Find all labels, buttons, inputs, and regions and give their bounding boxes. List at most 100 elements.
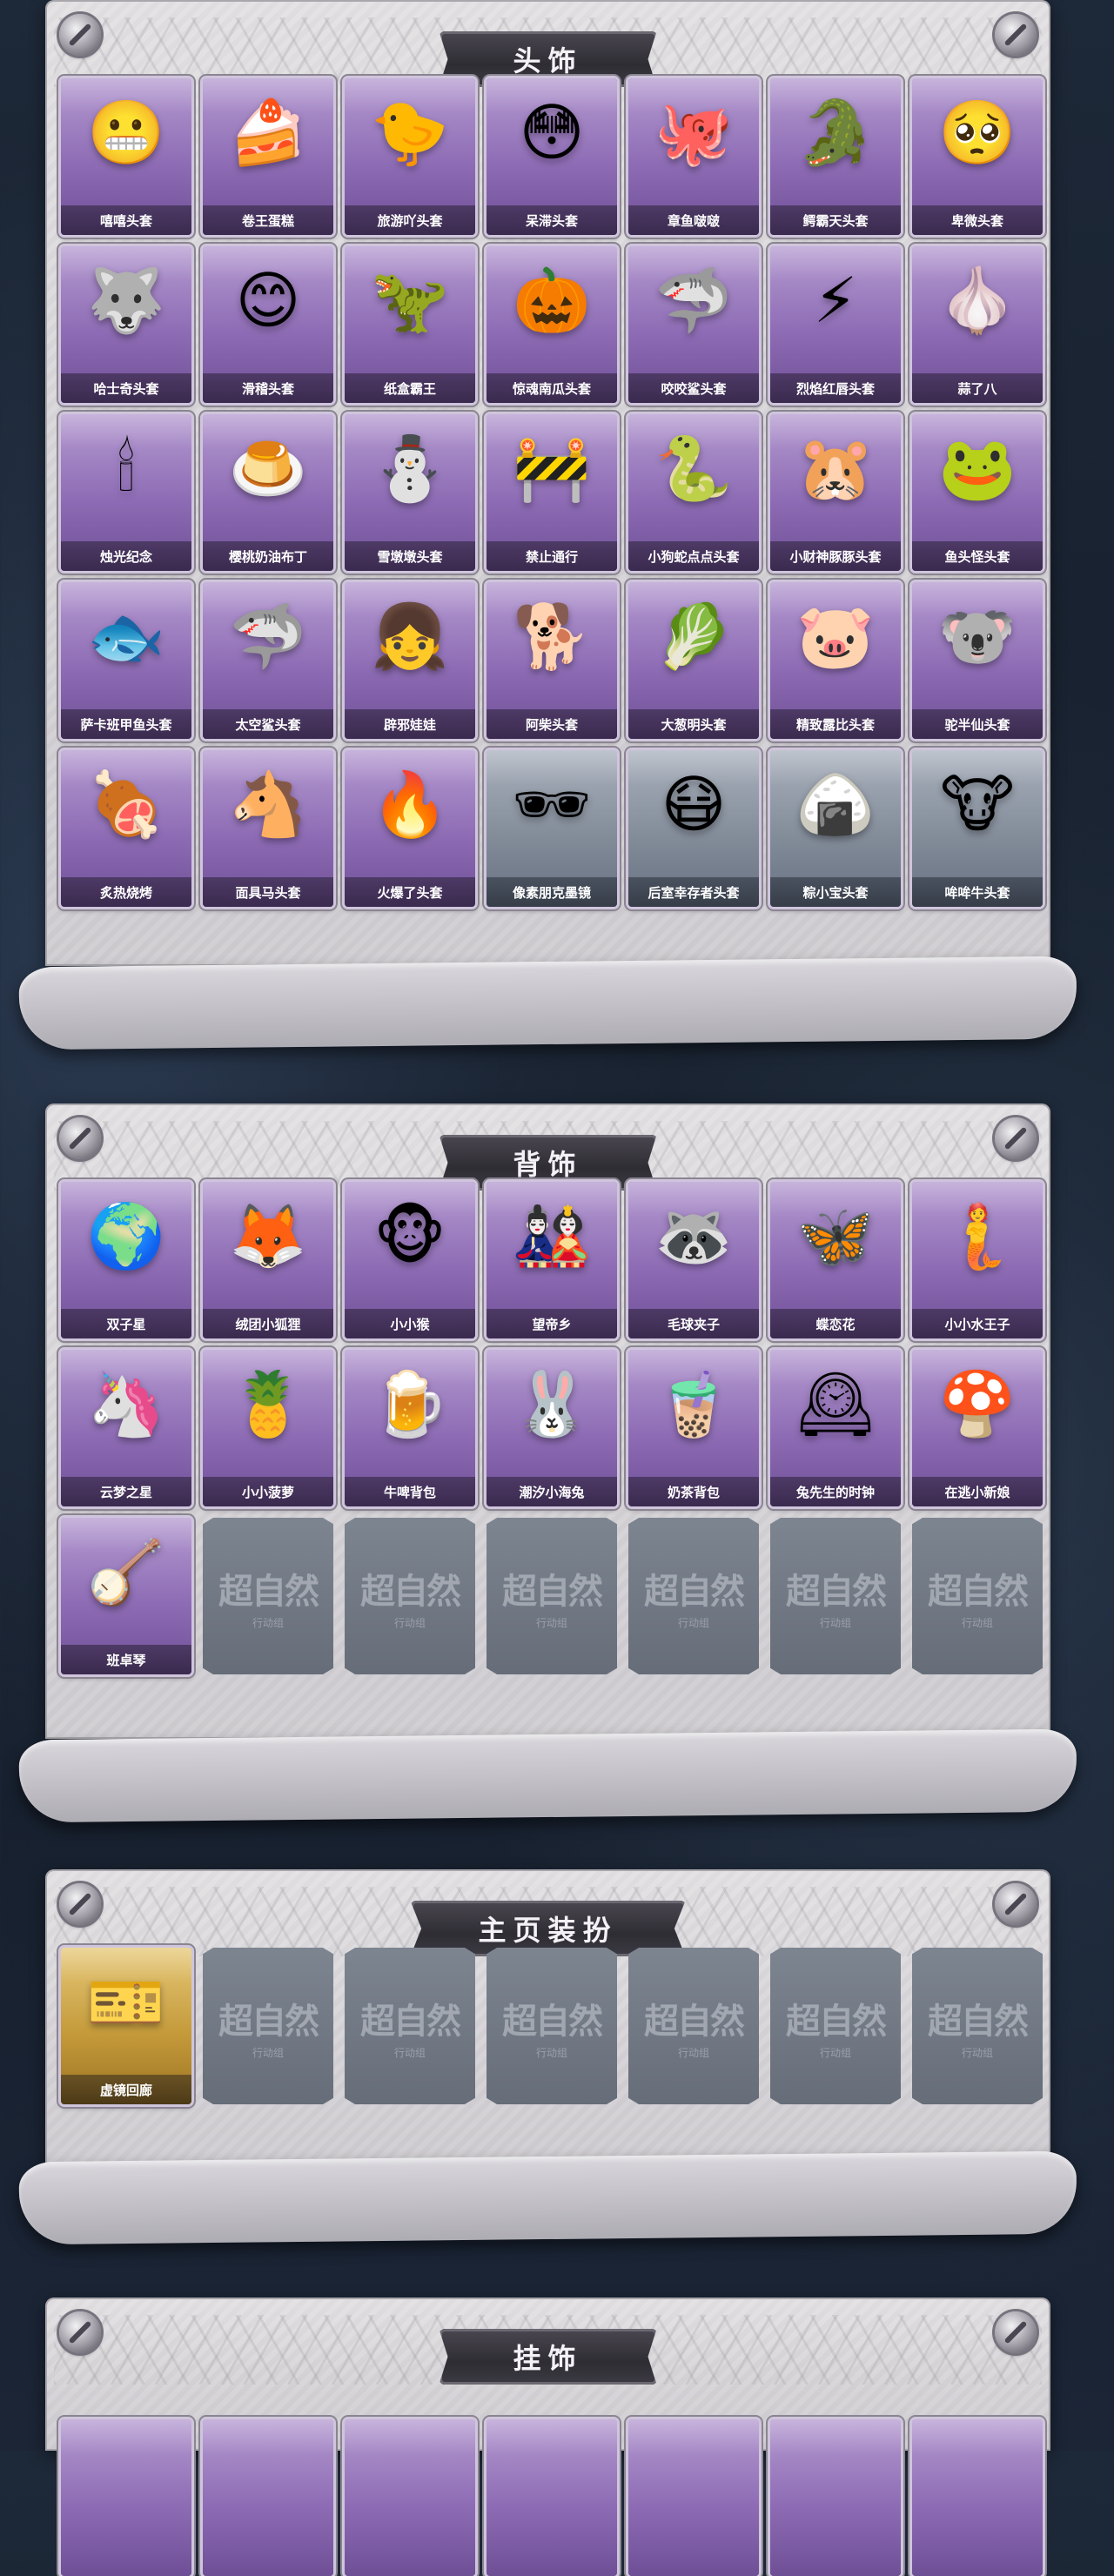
item-image-icon: 🐤 bbox=[371, 96, 449, 169]
item-card[interactable]: 🧄 蒜了八 bbox=[912, 246, 1043, 403]
item-card[interactable]: 🐟 萨卡班甲鱼头套 bbox=[61, 582, 191, 739]
item-name: 滑稽头套 bbox=[203, 373, 333, 403]
item-card[interactable]: 🐍 小狗蛇点点头套 bbox=[628, 414, 759, 571]
item-card[interactable]: 🍖 炙热烧烤 bbox=[61, 750, 191, 907]
pin-icon bbox=[59, 1117, 101, 1159]
item-card[interactable]: 🐹 小财神豚豚头套 bbox=[770, 414, 901, 571]
item-name: 咬咬鲨头套 bbox=[628, 373, 759, 403]
item-image-icon: 🥬 bbox=[654, 600, 733, 673]
item-card[interactable]: 🐨 驼半仙头套 bbox=[912, 582, 1043, 739]
item-card[interactable]: 🌍 双子星 bbox=[61, 1182, 191, 1338]
item-card[interactable]: 🦝 毛球夹子 bbox=[628, 1182, 759, 1338]
item-card[interactable]: 🦋 蝶恋花 bbox=[770, 1182, 901, 1338]
item-image-icon: 🐴 bbox=[229, 768, 307, 841]
item-card[interactable]: 🎃 惊魂南瓜头套 bbox=[487, 246, 617, 403]
item-name: 小小菠萝 bbox=[203, 1477, 333, 1506]
item-name: 精致露比头套 bbox=[770, 709, 901, 739]
item-card[interactable]: 🎎 望帝乡 bbox=[487, 1182, 617, 1338]
item-card[interactable]: 🍍 小小菠萝 bbox=[203, 1350, 333, 1506]
item-image-icon: 🐨 bbox=[938, 600, 1017, 673]
item-card[interactable]: 🥬 大葱明头套 bbox=[628, 582, 759, 739]
item-name: 绒团小狐狸 bbox=[203, 1309, 333, 1338]
item-image-icon: 🍍 bbox=[229, 1367, 307, 1440]
item-card[interactable]: 🐰 潮汐小海兔 bbox=[487, 1350, 617, 1506]
empty-slot: 超自然 行动组 bbox=[628, 1948, 759, 2104]
item-card[interactable]: 🍮 樱桃奶油布丁 bbox=[203, 414, 333, 571]
item-name: 惊魂南瓜头套 bbox=[487, 373, 617, 403]
item-card[interactable]: ⛄ 雪墩墩头套 bbox=[345, 414, 475, 571]
item-image-icon: 🍖 bbox=[87, 768, 165, 841]
item-card[interactable]: 🕰 兔先生的时钟 bbox=[770, 1350, 901, 1506]
item-card[interactable]: 🐴 面具马头套 bbox=[203, 750, 333, 907]
item-name: 太空鲨头套 bbox=[203, 709, 333, 739]
item-card[interactable]: 🍰 卷王蛋糕 bbox=[203, 78, 333, 235]
item-image-icon: 🚧 bbox=[513, 432, 591, 505]
item-card[interactable]: 🦈 太空鲨头套 bbox=[203, 582, 333, 739]
item-card[interactable]: 🐤 旅游吖头套 bbox=[345, 78, 475, 235]
empty-slot: 超自然 行动组 bbox=[487, 1518, 617, 1674]
item-card[interactable]: 🦈 咬咬鲨头套 bbox=[628, 246, 759, 403]
item-card[interactable]: 🥺 卑微头套 bbox=[912, 78, 1043, 235]
item-card[interactable]: 🍙 粽小宝头套 bbox=[770, 750, 901, 907]
item-card[interactable]: 🐺 哈士奇头套 bbox=[61, 246, 191, 403]
item-card[interactable]: 🐷 精致露比头套 bbox=[770, 582, 901, 739]
item-name: 奶茶背包 bbox=[628, 1477, 759, 1506]
item-card[interactable]: 🪕 班卓琴 bbox=[61, 1518, 191, 1674]
panel-paper: 背饰 🌍 双子星 🦊 绒团小狐狸 🐵 小小猴 🎎 望帝乡 🦝 毛球夹子 🦋 蝶恋花 🧜 小小水王子 🦄 云梦之… bbox=[45, 1104, 1050, 1739]
item-card[interactable]: 😬 嘻嘻头套 bbox=[61, 78, 191, 235]
item-card-partial[interactable] bbox=[487, 2419, 617, 2576]
item-card[interactable]: 🔥 火爆了头套 bbox=[345, 750, 475, 907]
placeholder-watermark: 超自然 bbox=[218, 1570, 319, 1612]
item-name: 卑微头套 bbox=[912, 205, 1043, 235]
item-card-partial[interactable] bbox=[628, 2419, 759, 2576]
item-name: 小小水王子 bbox=[912, 1309, 1043, 1338]
item-name: 萨卡班甲鱼头套 bbox=[61, 709, 191, 739]
item-card[interactable]: 🦊 绒团小狐狸 bbox=[203, 1182, 333, 1338]
item-card-partial[interactable] bbox=[203, 2419, 333, 2576]
item-card[interactable]: 🦖 纸盒霸王 bbox=[345, 246, 475, 403]
item-image-icon: 🦄 bbox=[87, 1367, 165, 1440]
item-image-icon: 🐷 bbox=[796, 600, 875, 673]
empty-slot: 超自然 行动组 bbox=[628, 1518, 759, 1674]
item-image-icon: 🧋 bbox=[654, 1367, 733, 1440]
item-card[interactable]: 🐵 小小猴 bbox=[345, 1182, 475, 1338]
placeholder-subtitle: 行动组 bbox=[819, 2046, 851, 2059]
item-card[interactable]: 🎫 虚镜回廊 bbox=[61, 1948, 191, 2104]
item-card[interactable]: 🐊 鳄霸天头套 bbox=[770, 78, 901, 235]
item-card[interactable]: 👧 辟邪娃娃 bbox=[345, 582, 475, 739]
item-card[interactable]: 🧜 小小水王子 bbox=[912, 1182, 1043, 1338]
item-card[interactable]: 😊 滑稽头套 bbox=[203, 246, 333, 403]
item-card[interactable]: ⚡ 烈焰红唇头套 bbox=[770, 246, 901, 403]
item-card[interactable]: 🦄 云梦之星 bbox=[61, 1350, 191, 1506]
item-grid: 🎫 虚镜回廊 超自然 行动组 超自然 行动组 超自然 行动组 超自然 行动组 超自然 行动组 超自然 行动… bbox=[61, 1948, 1043, 2104]
item-card-partial[interactable] bbox=[770, 2419, 901, 2576]
item-card[interactable]: 🚧 禁止通行 bbox=[487, 414, 617, 571]
item-name: 驼半仙头套 bbox=[912, 709, 1043, 739]
item-card-partial[interactable] bbox=[345, 2419, 475, 2576]
item-card[interactable]: 🐕 阿柴头套 bbox=[487, 582, 617, 739]
item-image-icon: 🕶 bbox=[512, 768, 592, 841]
empty-slot: 超自然 行动组 bbox=[345, 1948, 475, 2104]
item-card[interactable]: 🐮 哞哞牛头套 bbox=[912, 750, 1043, 907]
item-image-icon: 🐙 bbox=[654, 96, 733, 169]
item-card[interactable]: 🍄 在逃小新娘 bbox=[912, 1350, 1043, 1506]
item-card-partial[interactable] bbox=[61, 2419, 191, 2576]
item-card-partial[interactable] bbox=[912, 2419, 1043, 2576]
item-image-icon: 🐍 bbox=[654, 432, 733, 505]
placeholder-watermark: 超自然 bbox=[502, 2000, 603, 2042]
item-card[interactable]: 🐙 章鱼啵啵 bbox=[628, 78, 759, 235]
item-card[interactable]: 🕶 像素朋克墨镜 bbox=[487, 750, 617, 907]
item-image-icon: 🐮 bbox=[940, 768, 1015, 841]
item-card[interactable]: 🕯 烛光纪念 bbox=[61, 414, 191, 571]
placeholder-subtitle: 行动组 bbox=[393, 1616, 426, 1629]
item-name: 面具马头套 bbox=[203, 877, 333, 907]
panel-paper: 主页装扮 🎫 虚镜回廊 超自然 行动组 超自然 行动组 超自然 行动组 超自然 行动组 超自然 行动组… bbox=[45, 1869, 1050, 2165]
item-card[interactable]: 😳 呆滞头套 bbox=[487, 78, 617, 235]
item-card[interactable]: 🐸 鱼头怪头套 bbox=[912, 414, 1043, 571]
item-card[interactable]: 🍺 牛啤背包 bbox=[345, 1350, 475, 1506]
item-card[interactable]: 🧋 奶茶背包 bbox=[628, 1350, 759, 1506]
item-name: 雪墩墩头套 bbox=[345, 541, 475, 571]
item-card[interactable]: 😷 后室幸存者头套 bbox=[628, 750, 759, 907]
section-title: 挂饰 bbox=[439, 2329, 657, 2385]
placeholder-subtitle: 行动组 bbox=[393, 2046, 426, 2059]
